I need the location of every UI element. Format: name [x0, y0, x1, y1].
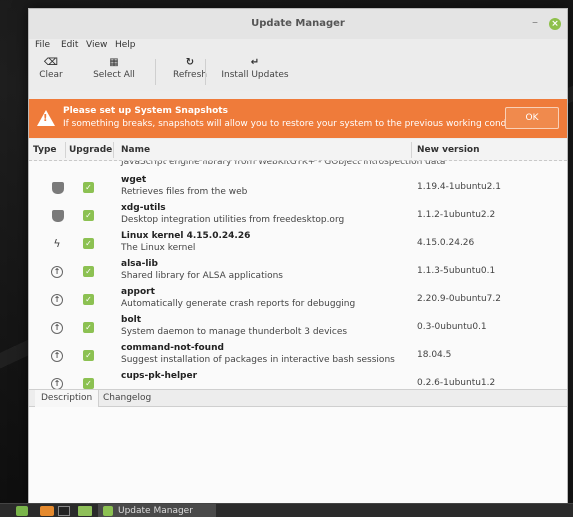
description-pane	[29, 407, 567, 505]
package-description: Automatically generate crash reports for…	[121, 299, 356, 309]
upgrade-checkbox[interactable]: ✓	[83, 266, 94, 277]
package-name: wget	[121, 175, 147, 185]
menubar: File Edit View Help	[29, 39, 567, 53]
menu-edit[interactable]: Edit	[61, 40, 78, 50]
column-name[interactable]: Name	[121, 145, 150, 155]
package-version: 0.2.6-1ubuntu1.2	[417, 378, 496, 388]
install-label: Install Updates	[221, 70, 289, 80]
install-updates-button[interactable]: ↵ Install Updates	[213, 56, 297, 80]
package-description: Retrieves files from the web	[121, 187, 248, 197]
refresh-button[interactable]: ↻ Refresh	[165, 56, 215, 80]
upgrade-arrow-icon: ↑	[51, 378, 63, 389]
details-tabs: Description Changelog	[29, 389, 567, 407]
close-icon[interactable]: ×	[549, 18, 561, 30]
shield-icon	[52, 182, 64, 194]
package-name: cups-pk-helper	[121, 371, 198, 381]
column-separator	[113, 142, 114, 158]
menu-view[interactable]: View	[86, 40, 107, 50]
package-description: Suggest installation of packages in inte…	[121, 355, 395, 365]
package-version: 18.04.5	[417, 350, 452, 360]
upgrade-arrow-icon: ↑	[51, 322, 63, 334]
package-description: Shared library for ALSA applications	[121, 271, 283, 281]
table-row[interactable]: ↑ ✓ bolt System daemon to manage thunder…	[29, 313, 567, 341]
upgrade-arrow-icon: ↑	[51, 294, 63, 306]
taskbar-window-label: Update Manager	[118, 506, 193, 516]
package-name: bolt	[121, 315, 142, 325]
refresh-label: Refresh	[173, 70, 207, 80]
column-separator	[411, 142, 412, 158]
package-name: xdg-utils	[121, 203, 166, 213]
upgrade-checkbox[interactable]: ✓	[83, 378, 94, 389]
upgrade-arrow-icon: ↑	[51, 266, 63, 278]
banner-title: Please set up System Snapshots	[63, 106, 228, 116]
taskbar-window-button[interactable]: Update Manager	[98, 504, 216, 517]
package-description: The Linux kernel	[121, 243, 196, 253]
select-all-icon: ▦	[109, 57, 119, 68]
table-row[interactable]: ✓ wget Retrieves files from the web 1.19…	[29, 173, 567, 201]
tab-changelog[interactable]: Changelog	[103, 393, 151, 403]
install-icon: ↵	[250, 57, 260, 68]
toolbar: ⌫ Clear ▦ Select All ↻ Refresh ↵ Install…	[29, 53, 567, 91]
list-header: Type Upgrade Name New version	[29, 139, 567, 161]
table-row[interactable]: ↑ ✓ command-not-found Suggest installati…	[29, 341, 567, 369]
column-type[interactable]: Type	[33, 145, 56, 155]
window-title: Update Manager	[251, 18, 345, 29]
upgrade-checkbox[interactable]: ✓	[83, 350, 94, 361]
select-all-button[interactable]: ▦ Select All	[85, 56, 143, 80]
toolbar-separator	[155, 59, 156, 85]
snapshot-warning-banner: Please set up System Snapshots If someth…	[29, 99, 567, 138]
start-menu-icon[interactable]	[16, 506, 28, 516]
package-version: 1.1.3-5ubuntu0.1	[417, 266, 496, 276]
tab-description[interactable]: Description	[35, 390, 100, 407]
upgrade-checkbox[interactable]: ✓	[83, 238, 94, 249]
upgrade-checkbox[interactable]: ✓	[83, 294, 94, 305]
table-row[interactable]: ✓ xdg-utils Desktop integration utilitie…	[29, 201, 567, 229]
warning-icon	[37, 110, 55, 126]
package-version: 0.3-0ubuntu0.1	[417, 322, 487, 332]
kernel-bolt-icon: ϟ	[53, 237, 61, 250]
package-version: 4.15.0.24.26	[417, 238, 475, 248]
package-description: System daemon to manage thunderbolt 3 de…	[121, 327, 348, 337]
column-upgrade[interactable]: Upgrade	[69, 145, 112, 155]
folder-icon[interactable]	[78, 506, 92, 516]
column-version[interactable]: New version	[417, 145, 480, 155]
table-row[interactable]: ↑ ✓ cups-pk-helper 0.2.6-1ubuntu1.2	[29, 369, 567, 389]
toolbar-separator	[205, 59, 206, 85]
table-row[interactable]: ϟ ✓ Linux kernel 4.15.0.24.26 The Linux …	[29, 229, 567, 257]
terminal-icon[interactable]	[58, 506, 70, 516]
refresh-icon: ↻	[185, 57, 195, 68]
upgrade-checkbox[interactable]: ✓	[83, 210, 94, 221]
column-separator	[65, 142, 66, 158]
package-name: command-not-found	[121, 343, 224, 353]
select-all-label: Select All	[93, 70, 135, 80]
titlebar[interactable]: Update Manager – ×	[29, 9, 567, 39]
package-version: 2.20.9-0ubuntu7.2	[417, 294, 501, 304]
package-description: Desktop integration utilities from freed…	[121, 215, 345, 225]
package-name: alsa-lib	[121, 259, 158, 269]
minimize-icon[interactable]: –	[529, 16, 541, 29]
clear-icon: ⌫	[43, 57, 59, 68]
banner-ok-button[interactable]: OK	[505, 107, 559, 129]
taskbar: Update Manager	[0, 503, 573, 517]
package-version: 1.19.4-1ubuntu2.1	[417, 182, 501, 192]
clear-button[interactable]: ⌫ Clear	[35, 56, 67, 80]
package-version: 1.1.2-1ubuntu2.2	[417, 210, 496, 220]
package-name: apport	[121, 287, 155, 297]
upgrade-checkbox[interactable]: ✓	[83, 182, 94, 193]
menu-file[interactable]: File	[35, 40, 50, 50]
updates-list[interactable]: JavaScript engine library from WebKitGTK…	[29, 139, 567, 389]
shield-icon	[103, 506, 113, 516]
clear-label: Clear	[39, 70, 63, 80]
table-row[interactable]: ↑ ✓ apport Automatically generate crash …	[29, 285, 567, 313]
software-manager-icon[interactable]	[40, 506, 54, 516]
upgrade-arrow-icon: ↑	[51, 350, 63, 362]
shield-icon	[52, 210, 64, 222]
banner-text: If something breaks, snapshots will allo…	[63, 119, 530, 129]
package-name: Linux kernel 4.15.0.24.26	[121, 231, 251, 241]
menu-help[interactable]: Help	[115, 40, 136, 50]
upgrade-checkbox[interactable]: ✓	[83, 322, 94, 333]
table-row[interactable]: ↑ ✓ alsa-lib Shared library for ALSA app…	[29, 257, 567, 285]
update-manager-window: Update Manager – × File Edit View Help ⌫…	[28, 8, 568, 506]
